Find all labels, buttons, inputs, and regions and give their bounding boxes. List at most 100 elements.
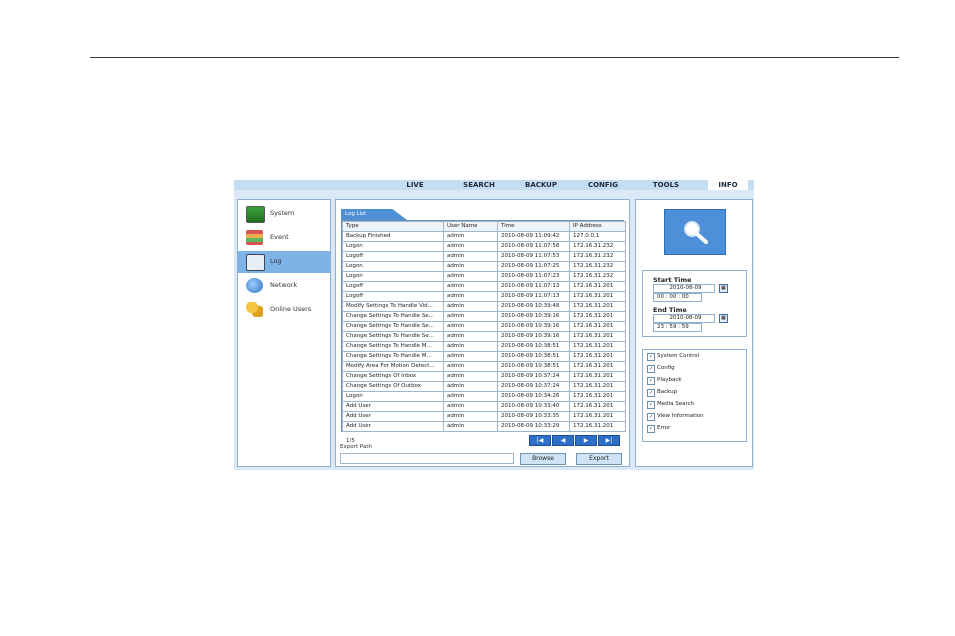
cell-ip: 172.16.31.201: [569, 321, 626, 332]
checkbox[interactable]: ✓: [647, 425, 655, 433]
next-page-button[interactable]: ▶: [575, 435, 597, 446]
cell-user: admin: [443, 351, 498, 362]
table-row[interactable]: Logoff admin 2010-08-09 11:07:13 172.16.31.…: [342, 281, 626, 292]
table-row[interactable]: Change Settings Of Inbox admin 2010-08-09 …: [342, 371, 626, 382]
sidebar-item-online-users[interactable]: Online Users: [238, 299, 330, 321]
prev-page-button[interactable]: ◀: [552, 435, 574, 446]
table-row[interactable]: Logoff admin 2010-08-09 11:07:13 172.16.31.…: [342, 291, 626, 302]
cell-type: Logoff: [342, 291, 444, 302]
cell-ip: 172.16.31.201: [569, 311, 626, 322]
cell-ip: 172.16.31.232: [569, 271, 626, 282]
checkbox[interactable]: ✓: [647, 365, 655, 373]
table-row[interactable]: Logon admin 2010-08-09 11:07:58 172.16.31.2…: [342, 241, 626, 252]
tab-backup[interactable]: BACKUP: [519, 180, 563, 190]
sidebar-item-label: System: [270, 209, 295, 217]
column-header-time[interactable]: Time: [497, 221, 570, 232]
cell-time: 2010-08-09 11:07:58: [497, 241, 570, 252]
cell-time: 2010-08-09 10:33:29: [497, 421, 570, 432]
sidebar-item-label: Event: [270, 233, 289, 241]
start-date-field[interactable]: 2010-08-09: [653, 284, 715, 293]
cell-time: 2010-08-09 10:37:24: [497, 381, 570, 392]
export-button[interactable]: Export: [576, 453, 622, 465]
table-row[interactable]: Logoff admin 2010-08-09 11:07:53 172.16.31.…: [342, 251, 626, 262]
cell-type: Change Settings Of Outbox: [342, 381, 444, 392]
calendar-icon[interactable]: ▦: [719, 284, 728, 293]
table-row[interactable]: Change Settings To Handle M... admin 2010-…: [342, 351, 626, 362]
table-row[interactable]: Logon admin 2010-08-09 11:07:25 172.16.31.2…: [342, 261, 626, 272]
column-header-type[interactable]: Type: [342, 221, 444, 232]
tab-live[interactable]: LIVE: [397, 180, 433, 190]
cell-user: admin: [443, 231, 498, 242]
checkbox[interactable]: ✓: [647, 401, 655, 409]
tab-tools[interactable]: TOOLS: [644, 180, 688, 190]
cell-ip: 172.16.31.201: [569, 381, 626, 392]
end-time-field[interactable]: 23 : 59 : 59: [653, 323, 702, 332]
sidebar-item-label: Log: [270, 257, 282, 265]
cell-user: admin: [443, 311, 498, 322]
cell-type: Logon: [342, 261, 444, 272]
sidebar-item-event[interactable]: Event: [238, 227, 330, 249]
table-row[interactable]: Backup Finished admin 2010-08-09 11:09:42 1…: [342, 231, 626, 242]
start-time-field[interactable]: 00 : 00 : 00: [653, 293, 702, 302]
cell-ip: 127.0.0.1: [569, 231, 626, 242]
filter-label: Error: [657, 425, 671, 431]
last-page-button[interactable]: ▶|: [598, 435, 620, 446]
checkbox[interactable]: ✓: [647, 377, 655, 385]
cell-type: Modify Settings To Handle Vid...: [342, 301, 444, 312]
column-header-ip[interactable]: IP Address: [569, 221, 626, 232]
time-range-panel: Start Time 2010-08-09 ▦ 00 : 00 : 00 End…: [642, 270, 747, 337]
checkbox[interactable]: ✓: [647, 413, 655, 421]
table-row[interactable]: Logon admin 2010-08-09 11:07:23 172.16.31.2…: [342, 271, 626, 282]
column-header-user[interactable]: User Name: [443, 221, 498, 232]
sidebar-item-log[interactable]: Log: [238, 251, 330, 273]
log-list-tab[interactable]: Log List: [341, 209, 407, 220]
checkbox[interactable]: ✓: [647, 389, 655, 397]
cell-ip: 172.16.31.201: [569, 421, 626, 432]
table-row[interactable]: Add User admin 2010-08-09 10:33:40 172.16.3…: [342, 401, 626, 412]
magnifier-icon: [684, 221, 708, 244]
cell-type: Logoff: [342, 281, 444, 292]
first-page-button[interactable]: |◀: [529, 435, 551, 446]
tab-info[interactable]: INFO: [708, 180, 748, 190]
log-table: Type User Name Time IP Address Backup Fi…: [341, 220, 626, 432]
cell-user: admin: [443, 251, 498, 262]
cell-type: Add User: [342, 401, 444, 412]
cell-time: 2010-08-09 11:07:53: [497, 251, 570, 262]
sidebar-item-system[interactable]: System: [238, 203, 330, 225]
table-row[interactable]: Change Settings To Handle M... admin 2010-…: [342, 341, 626, 352]
cell-time: 2010-08-09 10:39:16: [497, 311, 570, 322]
table-row[interactable]: Change Settings Of Outbox admin 2010-08-09…: [342, 381, 626, 392]
cell-ip: 172.16.31.201: [569, 291, 626, 302]
cell-type: Logon: [342, 391, 444, 402]
filter-label: Playback: [657, 377, 682, 383]
end-date-field[interactable]: 2010-08-09: [653, 314, 715, 323]
browse-button[interactable]: Browse: [520, 453, 566, 465]
table-row[interactable]: Logon admin 2010-08-09 10:34:26 172.16.31.2…: [342, 391, 626, 402]
search-button[interactable]: [664, 209, 726, 255]
export-path-input[interactable]: [340, 453, 514, 464]
table-row[interactable]: Change Settings To Handle Se... admin 2010…: [342, 321, 626, 332]
start-time-title: Start Time: [653, 276, 692, 284]
table-row[interactable]: Change Settings To Handle Se... admin 2010…: [342, 331, 626, 342]
sidebar-item-network[interactable]: Network: [238, 275, 330, 297]
filter-label: Media Search: [657, 401, 695, 407]
cell-user: admin: [443, 291, 498, 302]
table-row[interactable]: Add User admin 2010-08-09 10:33:29 172.16.3…: [342, 421, 626, 432]
checkbox[interactable]: ✓: [647, 353, 655, 361]
tab-search[interactable]: SEARCH: [456, 180, 502, 190]
cell-user: admin: [443, 331, 498, 342]
table-row[interactable]: Change Settings To Handle Se... admin 2010…: [342, 311, 626, 322]
cell-time: 2010-08-09 10:33:40: [497, 401, 570, 412]
table-row[interactable]: Modify Settings To Handle Vid... admin 201…: [342, 301, 626, 312]
cell-type: Logoff: [342, 251, 444, 262]
monitor-icon: [246, 206, 265, 223]
calendar-icon[interactable]: ▦: [719, 314, 728, 323]
cell-user: admin: [443, 411, 498, 422]
cell-type: Change Settings To Handle Se...: [342, 321, 444, 332]
table-row[interactable]: Modify Area For Motion Detect... admin 201…: [342, 361, 626, 372]
cell-ip: 172.16.31.201: [569, 411, 626, 422]
tab-config[interactable]: CONFIG: [581, 180, 625, 190]
table-row[interactable]: Add User admin 2010-08-09 10:33:35 172.16.3…: [342, 411, 626, 422]
cell-type: Change Settings To Handle Se...: [342, 311, 444, 322]
cell-time: 2010-08-09 10:38:51: [497, 341, 570, 352]
